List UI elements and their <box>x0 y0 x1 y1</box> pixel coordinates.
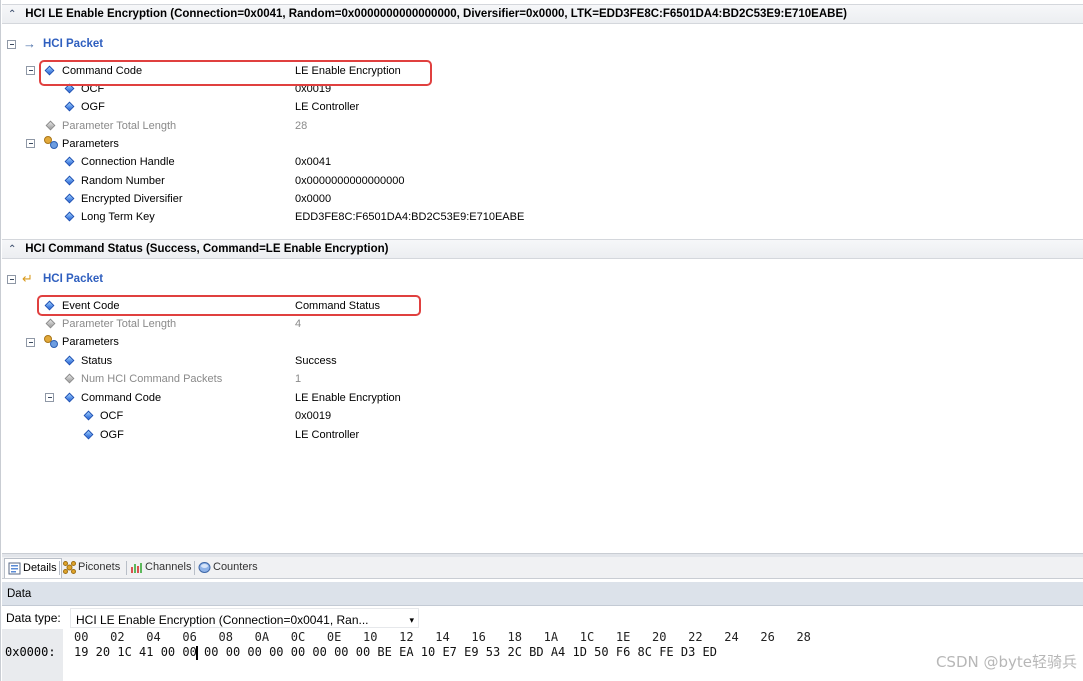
ogf-label[interactable]: OGF <box>81 98 105 116</box>
expand-toggle-hci-packet[interactable] <box>7 40 16 49</box>
param-total-length-value: 28 <box>295 120 308 132</box>
hex-column-header: 00 02 04 06 08 0A 0C 0E 10 12 14 16 18 1… <box>74 630 811 644</box>
ocf-label[interactable]: OCF <box>100 407 123 425</box>
field-icon <box>83 429 94 440</box>
field-icon <box>64 355 75 366</box>
field-icon <box>64 392 75 403</box>
command-code-value: LE Enable Encryption <box>295 392 401 404</box>
hex-address: 0x0000: <box>5 645 56 659</box>
parameters-icon <box>44 136 58 150</box>
ocf-value: 0x0019 <box>295 410 332 422</box>
expand-toggle-command-code[interactable] <box>45 393 54 402</box>
field-icon <box>64 156 75 167</box>
data-type-select[interactable]: HCI LE Enable Encryption (Connection=0x0… <box>70 608 419 628</box>
parameters-label[interactable]: Parameters <box>62 135 119 153</box>
text-caret <box>196 646 198 660</box>
data-panel-header: Data <box>2 582 1083 606</box>
tab-counters[interactable]: Counters <box>195 558 262 578</box>
field-icon <box>64 101 75 112</box>
tab-channels[interactable]: Channels <box>127 558 195 578</box>
data-type-value: HCI LE Enable Encryption (Connection=0x0… <box>76 613 369 627</box>
receive-arrow-icon: ↵ <box>22 271 33 286</box>
highlight-box <box>39 60 432 86</box>
tab-label: Counters <box>213 561 258 573</box>
watermark: CSDN @byte轻骑兵 <box>935 653 1077 671</box>
data-type-label: Data type: <box>6 611 61 625</box>
event-header-text: HCI Command Status (Success, Command=LE … <box>25 243 389 255</box>
status-value: Success <box>295 355 337 367</box>
expand-toggle-command-code[interactable] <box>26 66 35 75</box>
collapse-icon[interactable]: ⌃ <box>8 241 22 258</box>
protocol-analyzer-window: ⌃ HCI LE Enable Encryption (Connection=0… <box>0 0 1083 681</box>
field-icon <box>83 410 94 421</box>
field-icon-gray <box>45 120 56 131</box>
details-icon <box>8 562 21 575</box>
send-arrow-icon: → <box>23 36 36 51</box>
tab-piconets[interactable]: Piconets <box>60 558 124 578</box>
encrypted-diversifier-value: 0x0000 <box>295 193 332 205</box>
field-icon-gray <box>64 373 75 384</box>
expand-toggle-parameters[interactable] <box>26 139 35 148</box>
param-total-length-label[interactable]: Parameter Total Length <box>62 117 176 135</box>
hci-packet-label[interactable]: HCI Packet <box>43 270 103 288</box>
event-header-text: HCI LE Enable Encryption (Connection=0x0… <box>25 8 847 20</box>
connection-handle-value: 0x0041 <box>295 156 332 168</box>
data-type-row: Data type: HCI LE Enable Encryption (Con… <box>2 607 1083 629</box>
long-term-key-label[interactable]: Long Term Key <box>81 208 155 226</box>
ogf-value: LE Controller <box>295 429 360 441</box>
parameters-label[interactable]: Parameters <box>62 333 119 351</box>
status-label[interactable]: Status <box>81 352 112 370</box>
channels-icon <box>131 563 142 573</box>
tab-label: Channels <box>145 561 192 573</box>
param-total-length-value: 4 <box>295 318 302 330</box>
random-number-value: 0x0000000000000000 <box>295 175 405 187</box>
random-number-label[interactable]: Random Number <box>81 172 165 190</box>
expand-toggle-hci-packet[interactable] <box>7 275 16 284</box>
tab-label: Piconets <box>78 561 121 573</box>
encrypted-diversifier-label[interactable]: Encrypted Diversifier <box>81 190 182 208</box>
connection-handle-label[interactable]: Connection Handle <box>81 153 175 171</box>
field-icon <box>64 211 75 222</box>
hex-bytes[interactable]: 19 20 1C 41 00 00 00 00 00 00 00 00 00 0… <box>74 645 717 659</box>
num-hci-command-packets-value: 1 <box>295 373 302 385</box>
field-icon <box>64 175 75 186</box>
hex-address-gutter: 0x0000: <box>2 629 63 681</box>
counters-icon <box>198 562 211 573</box>
piconets-icon <box>63 561 76 574</box>
collapse-icon[interactable]: ⌃ <box>8 6 22 23</box>
field-icon <box>64 193 75 204</box>
field-icon-gray <box>45 318 56 329</box>
event-header-le-enable-encryption[interactable]: ⌃ HCI LE Enable Encryption (Connection=0… <box>2 4 1083 24</box>
ogf-label[interactable]: OGF <box>100 426 124 444</box>
tab-details[interactable]: Details <box>4 558 62 578</box>
param-total-length-label[interactable]: Parameter Total Length <box>62 315 176 333</box>
parameters-icon <box>44 335 58 349</box>
expand-toggle-parameters[interactable] <box>26 338 35 347</box>
highlight-box <box>37 295 421 316</box>
hci-packet-label[interactable]: HCI Packet <box>43 35 103 53</box>
command-code-label[interactable]: Command Code <box>81 389 161 407</box>
ogf-value: LE Controller <box>295 101 360 113</box>
chevron-down-icon[interactable]: ▾ <box>409 609 414 627</box>
hex-view[interactable]: 0x0000: 00 02 04 06 08 0A 0C 0E 10 12 14… <box>2 629 1083 681</box>
num-hci-command-packets-label[interactable]: Num HCI Command Packets <box>81 370 222 388</box>
bottom-tab-bar: Details Piconets Channels Counters <box>2 557 1083 579</box>
event-header-command-status[interactable]: ⌃ HCI Command Status (Success, Command=L… <box>2 239 1083 259</box>
tab-label: Details <box>23 562 57 574</box>
long-term-key-value: EDD3FE8C:F6501DA4:BD2C53E9:E710EABE <box>295 211 525 223</box>
